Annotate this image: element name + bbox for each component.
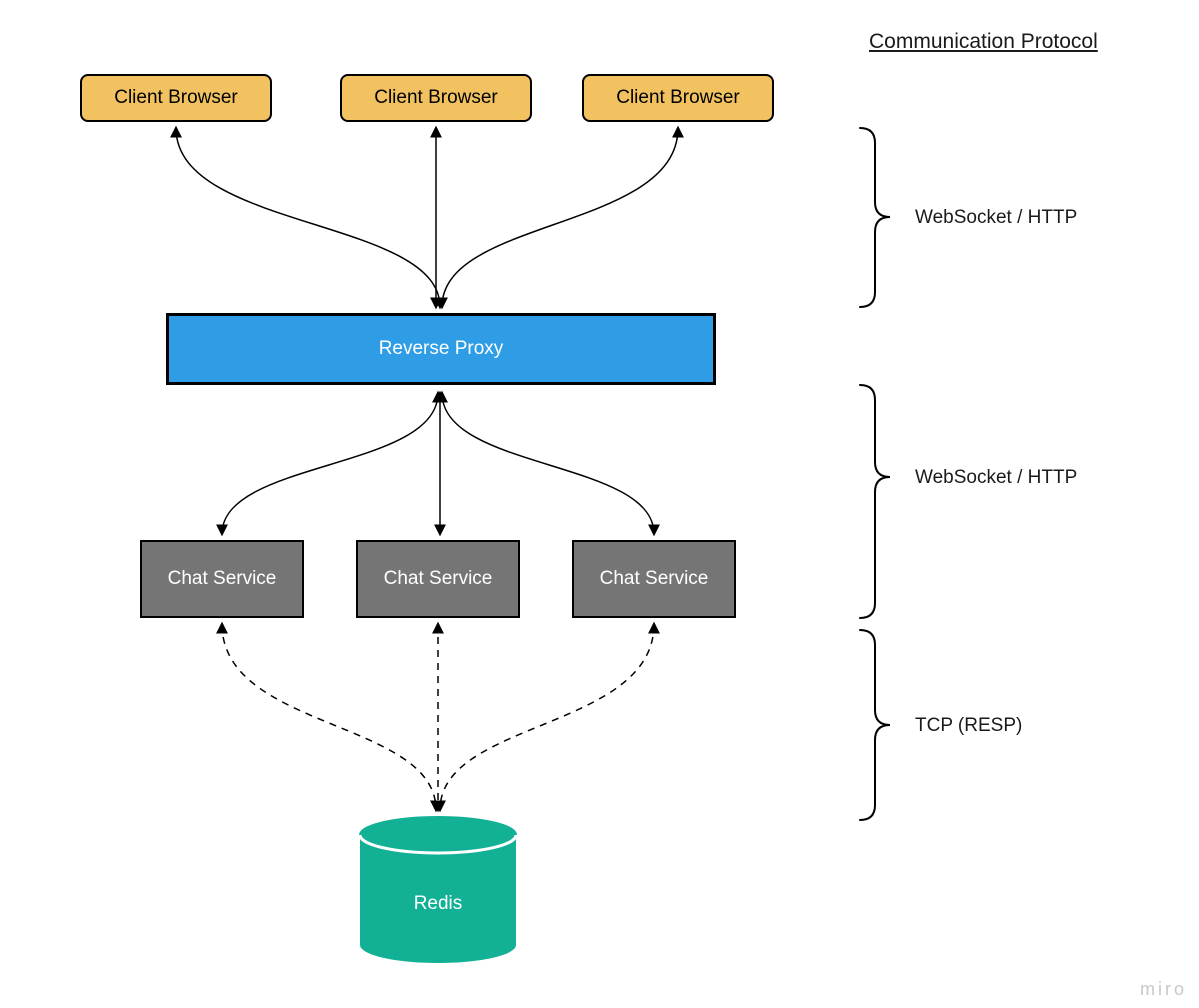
miro-watermark: miro (1140, 979, 1187, 1000)
protocol-layer3: TCP (RESP) (915, 715, 1022, 737)
chat-service-1: Chat Service (140, 540, 304, 618)
client-browser-2: Client Browser (340, 74, 532, 122)
protocol-layer1: WebSocket / HTTP (915, 207, 1077, 229)
brace-icon (860, 630, 890, 820)
cylinder-icon (358, 815, 518, 965)
client-browser-1: Client Browser (80, 74, 272, 122)
brace-icon (860, 385, 890, 618)
redis-label: Redis (358, 893, 518, 915)
edges (0, 0, 1199, 1008)
protocol-heading: Communication Protocol (869, 30, 1098, 54)
chat-service-2: Chat Service (356, 540, 520, 618)
reverse-proxy: Reverse Proxy (166, 313, 716, 385)
brace-icon (860, 128, 890, 307)
chat-service-3: Chat Service (572, 540, 736, 618)
redis-db: Redis (358, 815, 518, 959)
protocol-layer2: WebSocket / HTTP (915, 467, 1077, 489)
client-browser-3: Client Browser (582, 74, 774, 122)
